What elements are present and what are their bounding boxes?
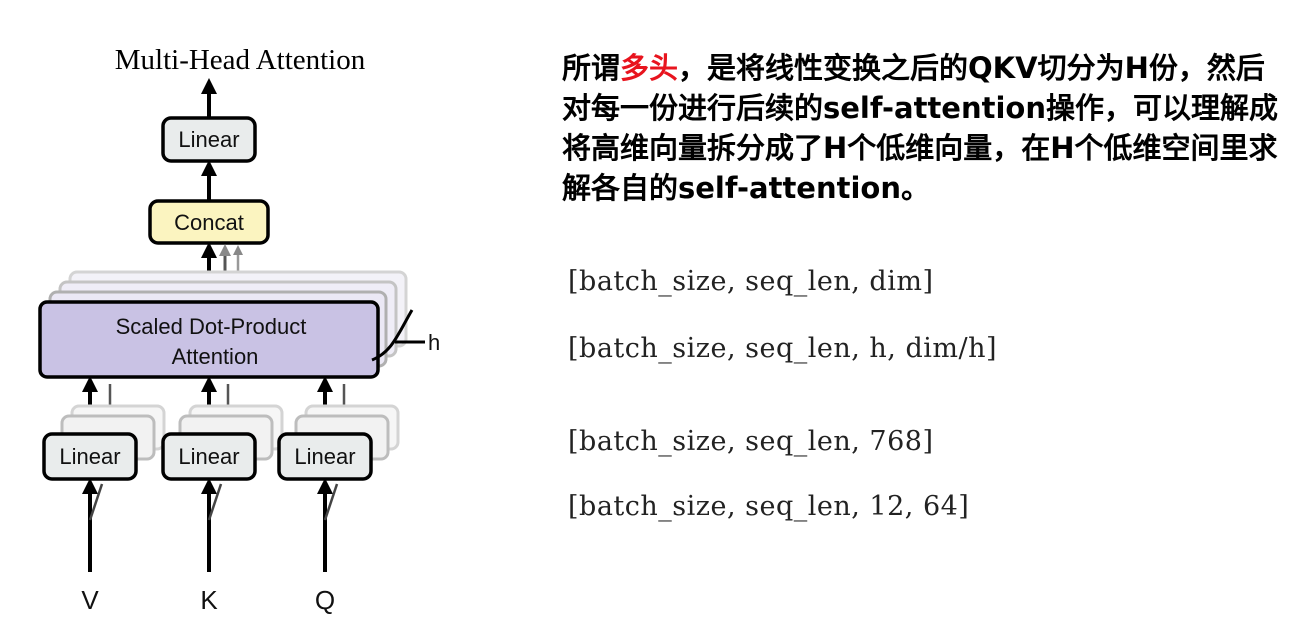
input-v-label: V <box>81 585 99 615</box>
input-k-label: K <box>200 585 218 615</box>
multi-head-attention-diagram: Multi-Head Attention Linear Concat Scale… <box>38 44 440 615</box>
h-label: h <box>428 330 440 355</box>
shape-line-3: [batch_size, seq_len, 768] <box>568 426 934 457</box>
description-prefix: 所谓 <box>562 51 621 85</box>
linear-q-label: Linear <box>294 444 355 469</box>
concat-label: Concat <box>174 210 244 235</box>
attention-label-line1: Scaled Dot-Product <box>116 314 307 339</box>
linear-v-label: Linear <box>59 444 120 469</box>
linear-top-label: Linear <box>178 127 239 152</box>
description-panel: 所谓多头，是将线性变换之后的QKV切分为H份，然后对每一份进行后续的self-a… <box>562 48 1282 208</box>
description-highlight: 多头 <box>620 51 679 85</box>
shape-line-2: [batch_size, seq_len, h, dim/h] <box>568 333 998 364</box>
description-text: 所谓多头，是将线性变换之后的QKV切分为H份，然后对每一份进行后续的self-a… <box>562 48 1282 208</box>
shape-line-4: [batch_size, seq_len, 12, 64] <box>568 491 970 522</box>
shape-line-1: [batch_size, seq_len, dim] <box>568 266 934 297</box>
input-q-label: Q <box>315 585 335 615</box>
attention-label-line2: Attention <box>172 344 259 369</box>
linear-k-label: Linear <box>178 444 239 469</box>
diagram-title: Multi-Head Attention <box>115 44 366 76</box>
